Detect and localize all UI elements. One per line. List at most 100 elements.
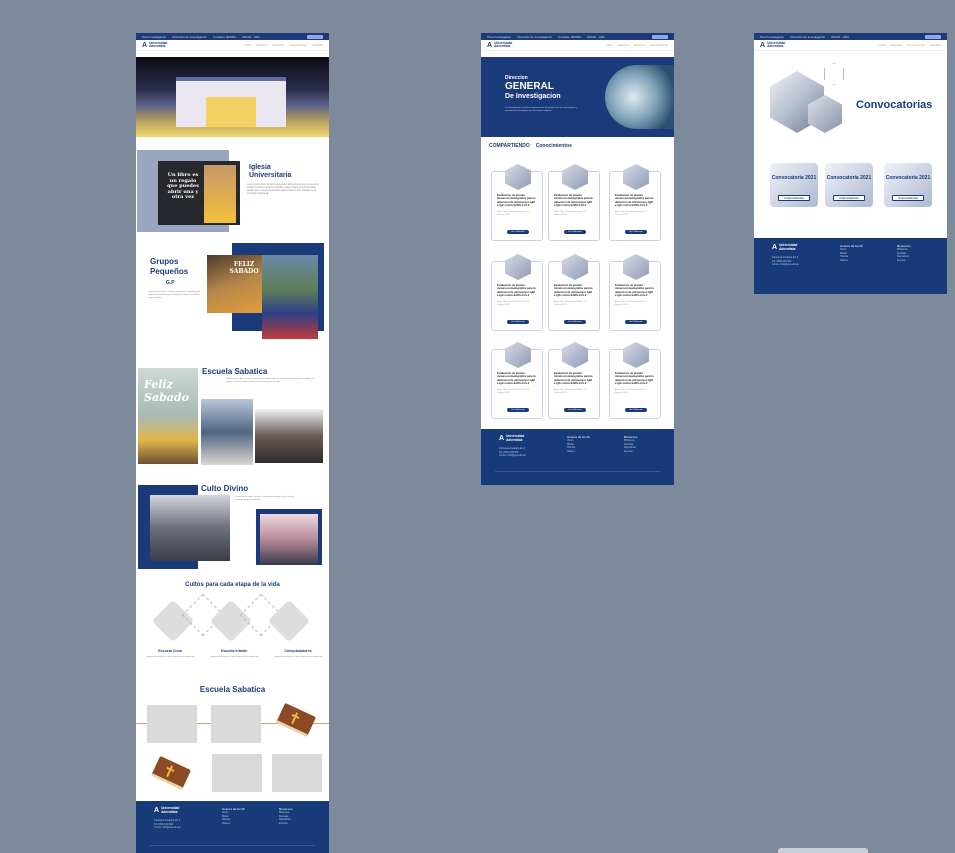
footer-logo[interactable]: A Universidad Adventista [772, 243, 797, 251]
book-quote-panel: Un libro es un regalo que puedes abrir u… [158, 161, 240, 225]
nav-bar: A Universidad Adventista Inicio Nosotros … [481, 40, 674, 51]
publication-image [562, 164, 588, 190]
grupos-body: Lorem ipsum dolor sit amet consectetur a… [148, 291, 201, 299]
culto-body: Lorem ipsum dolor sit amet consectetur a… [235, 496, 295, 501]
nav-link[interactable]: Convocatorias [289, 43, 307, 47]
convocatoria-card[interactable]: Convocatoria 2021 Convocatoria [770, 163, 818, 207]
footer-link[interactable]: Eventos [897, 259, 911, 263]
publication-card[interactable]: Evaluacion de prueba inmunocromatografic… [609, 164, 661, 241]
culto-item-name: Conquistadores [284, 649, 312, 653]
view-publication-button[interactable]: Ver Publicacion [625, 408, 647, 412]
logo[interactable]: A Universidad Adventista [487, 41, 512, 49]
topbar-text: Contacto 000000 [213, 34, 236, 39]
escuela-photo-2 [255, 409, 323, 463]
nav-link[interactable]: Convocatorias [907, 43, 925, 47]
publication-title: Evaluacion de prueba inmunocromatografic… [554, 194, 593, 207]
section-heading: Conocimientos [535, 143, 572, 149]
iglesia-title: Iglesia Universitaria [249, 164, 292, 179]
view-publication-button[interactable]: Ver Publicacion [564, 408, 586, 412]
culto-item-text: Lorem ipsum dolor sit amet consectetur a… [145, 656, 195, 658]
logo[interactable]: A Universidad Adventista [142, 41, 167, 49]
hero-line-2: GENERAL [505, 81, 554, 92]
view-publication-button[interactable]: Ver Publicacion [564, 320, 586, 324]
topbar-button[interactable] [925, 34, 941, 39]
topbar-button[interactable] [307, 34, 323, 39]
nav-link[interactable]: Servicios [273, 43, 284, 47]
book-quote-text: Un libro es un regalo que puedes abrir u… [167, 172, 199, 201]
topbar-text: Dirección de investigación [172, 34, 208, 39]
footer-link[interactable]: Eventos [279, 822, 293, 826]
convocatoria-button[interactable]: Convocatoria [778, 195, 810, 201]
nav-link[interactable]: Inicio [879, 43, 886, 47]
topbar-button[interactable] [652, 34, 668, 39]
topbar-text[interactable]: INICIO · UPA [242, 35, 260, 39]
logo-line: Adventista [494, 44, 511, 48]
convocatoria-card[interactable]: Convocatoria 2021 Convocatoria [825, 163, 873, 207]
page-frame-investigacion: Pixel Investigation Dirección de investi… [481, 33, 674, 485]
escuela-title: Escuela Sabatica [202, 367, 268, 376]
publication-image [505, 164, 531, 190]
view-publication-button[interactable]: Ver Publicacion [564, 230, 586, 234]
nav-link[interactable]: Nosotros [891, 43, 902, 47]
sabado-poster: Feliz Sabado [138, 368, 198, 464]
logo-mark: A [772, 244, 778, 251]
hero-body: La investigación científica como proceso… [505, 107, 577, 112]
hero-building-photo [136, 57, 329, 137]
nav-link[interactable]: Contacto [930, 43, 941, 47]
publication-card[interactable]: Evaluacion de prueba inmunocromatografic… [491, 254, 543, 331]
logo-mark: A [154, 807, 160, 814]
view-publication-button[interactable]: Ver Publicacion [507, 230, 529, 234]
publication-image [562, 342, 588, 368]
publication-card[interactable]: Evaluacion de prueba inmunocromatografic… [491, 342, 543, 419]
view-publication-button[interactable]: Ver Publicacion [625, 320, 647, 324]
footer-link[interactable]: Valores [222, 822, 245, 826]
page-frame-convocatorias: Pixel Investigation Dirección de investi… [754, 33, 947, 294]
publication-card[interactable]: Evaluacion de prueba inmunocromatografic… [609, 342, 661, 419]
culto-item-name: Escuela Infante [220, 649, 248, 653]
publication-meta: Autor: Mg. Juan Perez Fecha: 12 Febrero … [615, 211, 648, 216]
top-bar: Pixel Investigation Dirección de investi… [481, 33, 674, 40]
publication-card[interactable]: Evaluacion de prueba inmunocromatografic… [548, 254, 600, 331]
topbar-text: Dirección de investigación [517, 34, 553, 39]
footer-logo[interactable]: A Universidad Adventista [499, 434, 524, 442]
footer-logo[interactable]: A Universidad Adventista [154, 806, 179, 814]
topbar-text[interactable]: INICIO · UPA [587, 35, 605, 39]
publication-image [623, 342, 649, 368]
footer-link[interactable]: Valores [840, 259, 863, 263]
feliz-sabado-image: FELIZ SABADO [207, 255, 262, 313]
publication-card[interactable]: Evaluacion de prueba inmunocromatografic… [548, 164, 600, 241]
convocatoria-card[interactable]: Convocatoria 2021 Convocatoria [884, 163, 932, 207]
iglesia-body: Lorem ipsum dolor sit amet consectetur a… [247, 184, 319, 195]
placeholder-image [212, 754, 262, 792]
footer-link[interactable]: Eventos [624, 450, 638, 454]
publication-title: Evaluacion de prueba inmunocromatografic… [615, 194, 654, 207]
sabado-poster-text: Feliz Sabado [144, 378, 189, 404]
nav-link[interactable]: Inicio [245, 43, 252, 47]
publication-image [505, 254, 531, 280]
view-publication-button[interactable]: Ver Publicacion [507, 320, 529, 324]
view-publication-button[interactable]: Ver Publicacion [507, 408, 529, 412]
nav-link[interactable]: Nosotros [256, 43, 267, 47]
publication-card[interactable]: Evaluacion de prueba inmunocromatografic… [548, 342, 600, 419]
convocatorias-title: Convocatorias [856, 99, 933, 111]
culto-item: Escuela Cuna Lorem ipsum dolor sit amet … [144, 649, 196, 659]
nav-link[interactable]: Servicios [634, 43, 645, 47]
nav-link[interactable]: Convocatorias [650, 43, 668, 47]
logo[interactable]: A Universidad Adventista [760, 41, 785, 49]
convocatoria-button[interactable]: Convocatoria [833, 195, 865, 201]
culto-photo-1 [150, 495, 230, 561]
grupos-title: Grupos Pequeños [150, 257, 189, 276]
nav-bar: A Universidad Adventista Inicio Nosotros … [754, 40, 947, 51]
convocatoria-button[interactable]: Convocatoria [892, 195, 924, 201]
section-heading: COMPARTIENDO [489, 143, 530, 149]
footer-link[interactable]: Valores [567, 450, 590, 454]
nav-link[interactable]: Contacto [312, 43, 323, 47]
canvas-toolbar-handle[interactable] [778, 848, 868, 853]
publication-card[interactable]: Evaluacion de prueba inmunocromatografic… [609, 254, 661, 331]
topbar-text[interactable]: INICIO · UPA [831, 35, 849, 39]
nav-bar: A Universidad Adventista Inicio Nosotros … [136, 40, 329, 51]
nav-link[interactable]: Nosotros [618, 43, 629, 47]
view-publication-button[interactable]: Ver Publicacion [625, 230, 647, 234]
nav-link[interactable]: Inicio [606, 43, 613, 47]
publication-card[interactable]: Evaluacion de prueba inmunocromatografic… [491, 164, 543, 241]
